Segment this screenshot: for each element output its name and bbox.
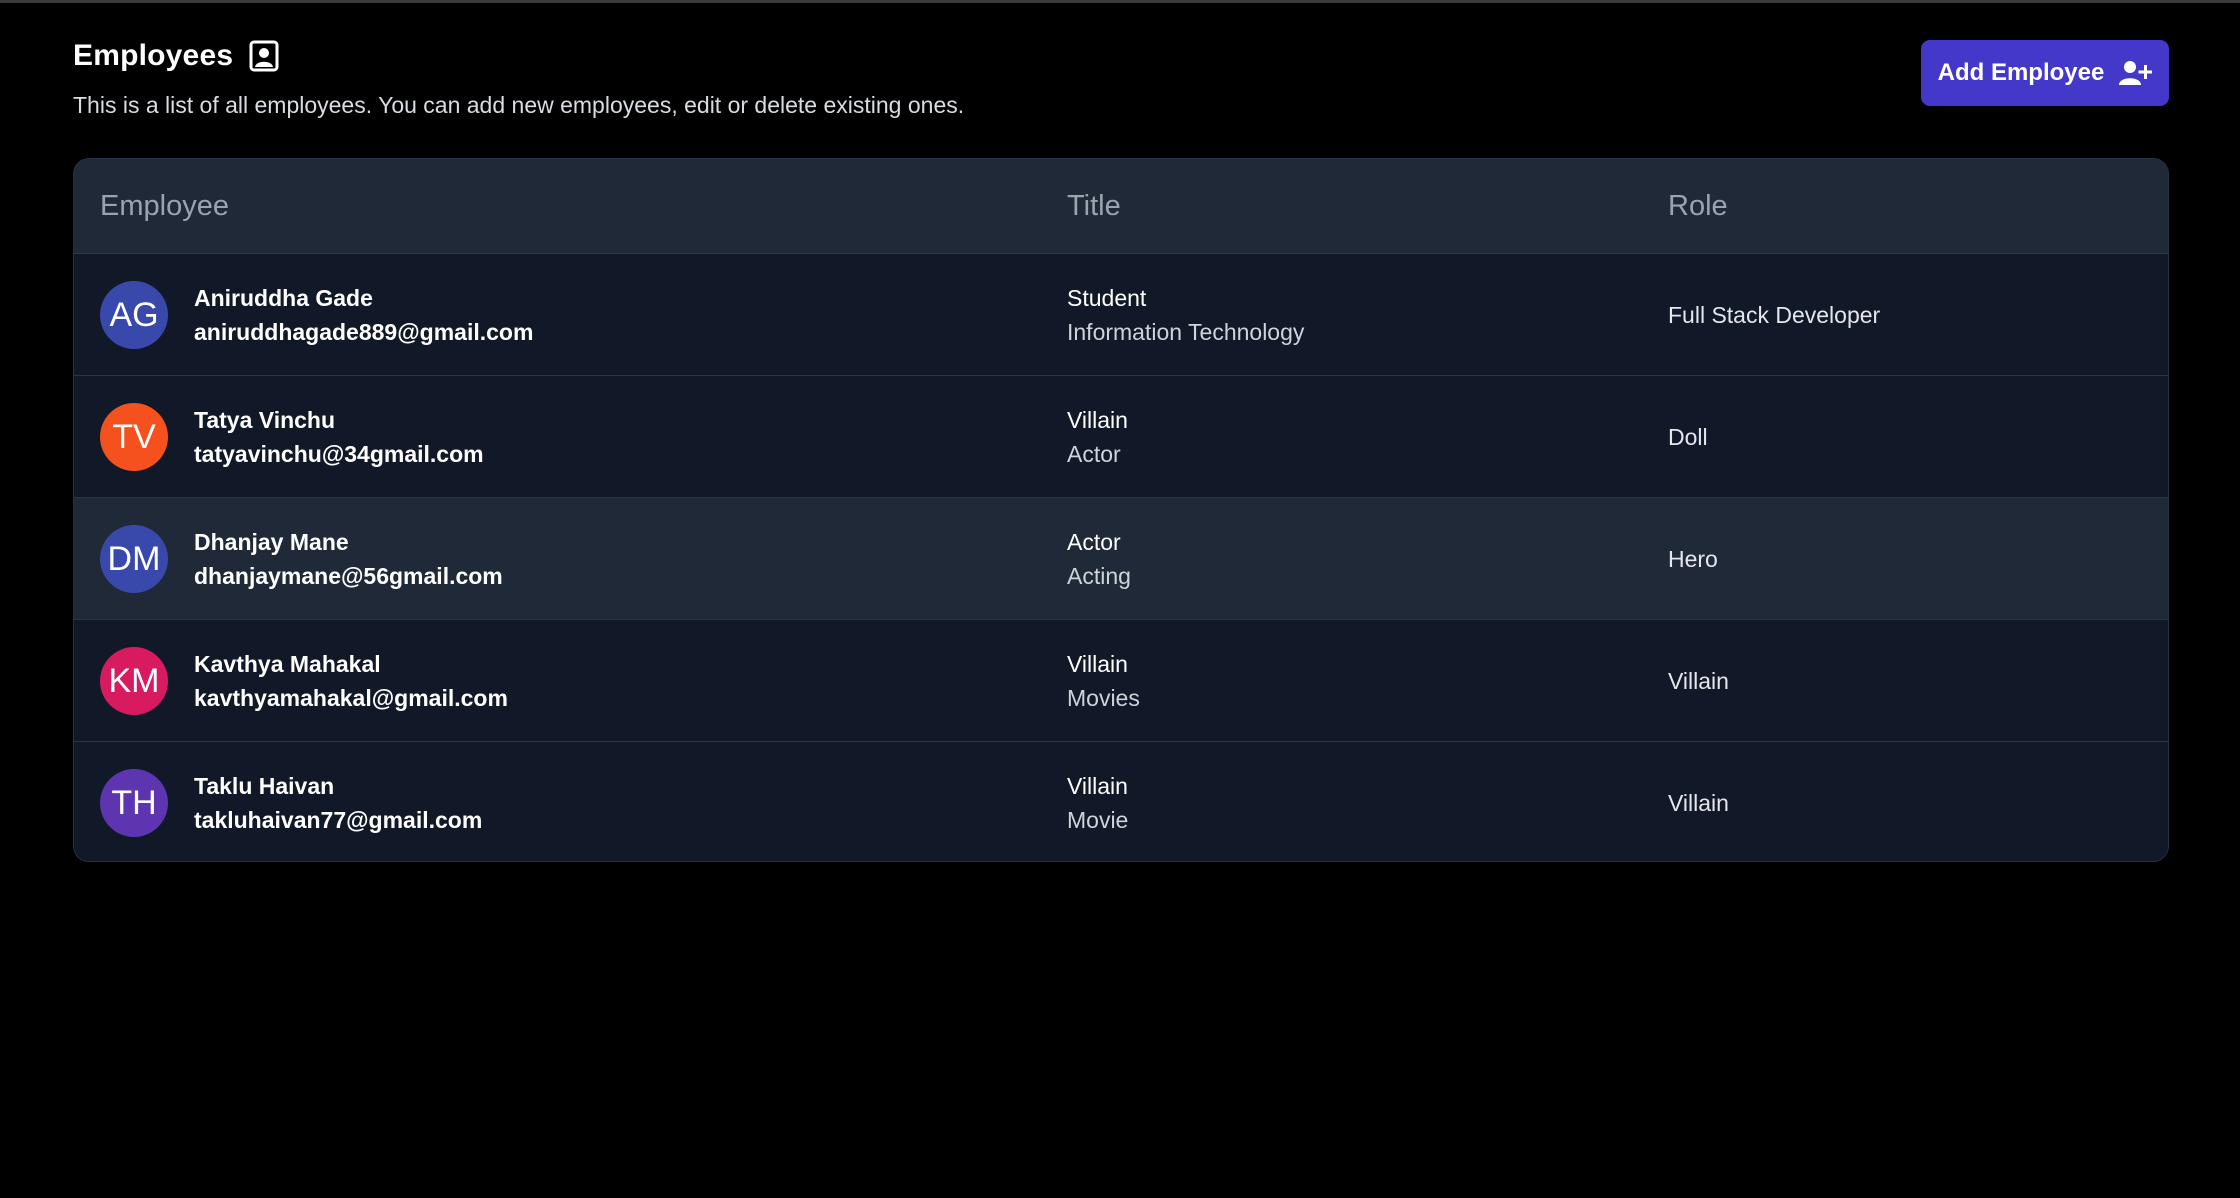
page-subtitle: This is a list of all employees. You can… bbox=[73, 92, 965, 118]
avatar: KM bbox=[100, 647, 168, 715]
employee-name: Taklu Haivan bbox=[194, 773, 335, 799]
avatar: AG bbox=[100, 281, 168, 349]
avatar-initials: AG bbox=[109, 295, 159, 334]
employee-title: Villain bbox=[1067, 651, 1128, 677]
employee-name: Tatya Vinchu bbox=[194, 407, 336, 433]
avatar-initials: DM bbox=[107, 539, 161, 578]
title-cell: Villain Actor bbox=[1067, 403, 1128, 471]
employee-title: Villain bbox=[1067, 407, 1128, 433]
page-header: Employees This is a list of all employee… bbox=[73, 36, 2169, 126]
employees-table: Employee Title Role AG Aniruddha Gade an… bbox=[73, 158, 2169, 862]
employee-role: Doll bbox=[1668, 424, 1708, 450]
employee-cell: Dhanjay Mane dhanjaymane@56gmail.com bbox=[194, 525, 503, 593]
employee-title: Villain bbox=[1067, 773, 1128, 799]
employee-email: takluhaivan77@gmail.com bbox=[194, 807, 483, 833]
title-cell: Villain Movies bbox=[1067, 647, 1140, 715]
title-cell: Villain Movie bbox=[1067, 769, 1128, 837]
add-employee-button[interactable]: Add Employee bbox=[1921, 40, 2169, 106]
table-row[interactable]: DM Dhanjay Mane dhanjaymane@56gmail.com … bbox=[74, 498, 2168, 620]
employee-title: Actor bbox=[1067, 529, 1121, 555]
employee-department: Movies bbox=[1067, 685, 1140, 711]
employee-role: Hero bbox=[1668, 546, 1718, 572]
employee-email: kavthyamahakal@gmail.com bbox=[194, 685, 508, 711]
page-title: Employees bbox=[73, 39, 234, 72]
avatar-initials: TV bbox=[112, 417, 156, 456]
employee-role: Villain bbox=[1668, 790, 1729, 816]
table-header: Employee Title Role bbox=[74, 159, 2168, 254]
contact-card-icon bbox=[249, 40, 279, 72]
avatar: TH bbox=[100, 769, 168, 837]
table-row[interactable]: AG Aniruddha Gade aniruddhagade889@gmail… bbox=[74, 254, 2168, 376]
title-row: Employees bbox=[73, 36, 2169, 76]
employee-email: aniruddhagade889@gmail.com bbox=[194, 319, 534, 345]
avatar-initials: KM bbox=[108, 661, 160, 700]
title-cell: Actor Acting bbox=[1067, 525, 1131, 593]
column-header-role: Role bbox=[1668, 189, 1728, 222]
avatar: TV bbox=[100, 403, 168, 471]
column-header-employee: Employee bbox=[100, 189, 229, 222]
employee-name: Kavthya Mahakal bbox=[194, 651, 381, 677]
employee-department: Actor bbox=[1067, 441, 1121, 467]
employee-cell: Kavthya Mahakal kavthyamahakal@gmail.com bbox=[194, 647, 508, 715]
avatar: DM bbox=[100, 525, 168, 593]
employee-department: Information Technology bbox=[1067, 319, 1305, 345]
employee-email: dhanjaymane@56gmail.com bbox=[194, 563, 503, 589]
employee-department: Movie bbox=[1067, 807, 1129, 833]
employee-role: Full Stack Developer bbox=[1668, 302, 1881, 328]
avatar-initials: TH bbox=[111, 783, 157, 822]
title-cell: Student Information Technology bbox=[1067, 281, 1304, 349]
table-row[interactable]: KM Kavthya Mahakal kavthyamahakal@gmail.… bbox=[74, 620, 2168, 742]
employee-name: Dhanjay Mane bbox=[194, 529, 349, 555]
column-header-title: Title bbox=[1067, 189, 1121, 222]
add-employee-label: Add Employee bbox=[1937, 59, 2105, 86]
employee-email: tatyavinchu@34gmail.com bbox=[194, 441, 484, 467]
employee-cell: Taklu Haivan takluhaivan77@gmail.com bbox=[194, 769, 482, 837]
table-row[interactable]: TH Taklu Haivan takluhaivan77@gmail.com … bbox=[74, 742, 2168, 861]
employee-department: Acting bbox=[1067, 563, 1131, 589]
employee-cell: Tatya Vinchu tatyavinchu@34gmail.com bbox=[194, 403, 484, 471]
table-row[interactable]: TV Tatya Vinchu tatyavinchu@34gmail.com … bbox=[74, 376, 2168, 498]
top-divider bbox=[0, 0, 2240, 3]
user-plus-icon bbox=[2118, 59, 2153, 87]
employee-title: Student bbox=[1067, 285, 1147, 311]
employee-cell: Aniruddha Gade aniruddhagade889@gmail.co… bbox=[194, 281, 533, 349]
employee-role: Villain bbox=[1668, 668, 1729, 694]
employee-name: Aniruddha Gade bbox=[194, 285, 373, 311]
